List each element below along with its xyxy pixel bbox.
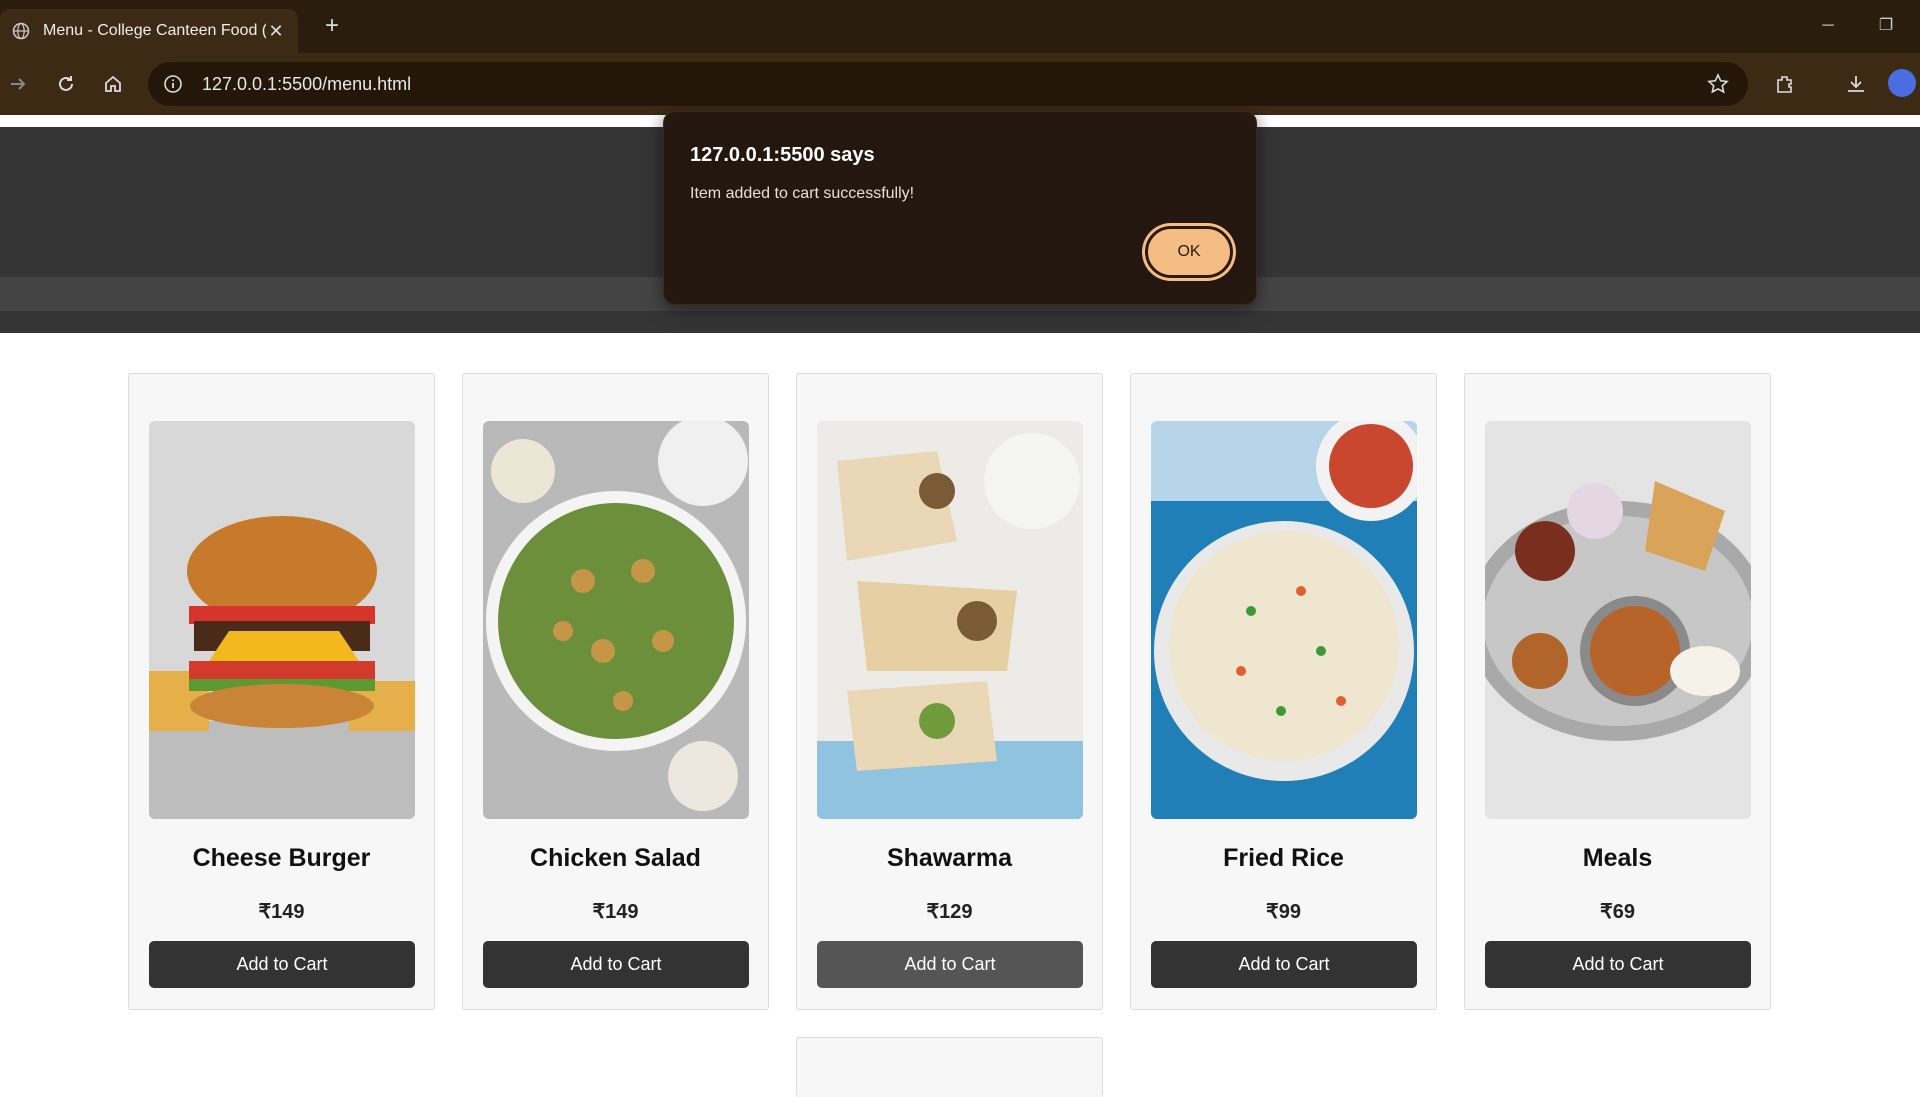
url-text: 127.0.0.1:5500/menu.html bbox=[202, 73, 412, 94]
food-image bbox=[1485, 421, 1751, 819]
menu-card: Shawarma ₹129 Add to Cart bbox=[796, 373, 1103, 1010]
menu-card: Fried Rice ₹99 Add to Cart bbox=[1130, 373, 1437, 1010]
food-image bbox=[149, 421, 415, 819]
add-to-cart-button[interactable]: Add to Cart bbox=[483, 941, 749, 988]
minimize-icon[interactable]: ─ bbox=[1814, 12, 1842, 40]
ok-button[interactable]: OK bbox=[1145, 226, 1233, 278]
food-image bbox=[483, 421, 749, 819]
item-price: ₹99 bbox=[1266, 901, 1301, 923]
extensions-icon[interactable] bbox=[1769, 68, 1801, 100]
menu-card-partial bbox=[796, 1037, 1103, 1097]
download-icon[interactable] bbox=[1840, 68, 1872, 100]
item-price: ₹69 bbox=[1600, 901, 1635, 923]
food-image bbox=[817, 421, 1083, 819]
dialog-title: 127.0.0.1:5500 says bbox=[690, 144, 875, 166]
add-to-cart-button[interactable]: Add to Cart bbox=[1151, 941, 1417, 988]
item-price: ₹129 bbox=[926, 901, 973, 923]
restore-icon[interactable]: ❐ bbox=[1872, 12, 1900, 40]
item-price: ₹149 bbox=[592, 901, 639, 923]
menu-card: Cheese Burger ₹149 Add to Cart bbox=[128, 373, 435, 1010]
item-name: Shawarma bbox=[886, 844, 1013, 872]
alert-dialog: 127.0.0.1:5500 says Item added to cart s… bbox=[663, 111, 1257, 305]
globe-icon bbox=[12, 22, 30, 40]
tab-title: Menu - College Canteen Food ( bbox=[43, 22, 266, 39]
menu-card: Meals ₹69 Add to Cart bbox=[1464, 373, 1771, 1010]
home-icon[interactable] bbox=[97, 68, 129, 100]
profile-avatar[interactable] bbox=[1888, 69, 1916, 97]
reload-icon[interactable] bbox=[50, 68, 82, 100]
item-name: Meals bbox=[1582, 844, 1653, 872]
dialog-message: Item added to cart successfully! bbox=[690, 185, 915, 202]
browser-tab-bar: Menu - College Canteen Food ( ✕ + ─ ❐ bbox=[0, 0, 1920, 53]
browser-toolbar: 127.0.0.1:5500/menu.html bbox=[0, 53, 1920, 115]
address-bar[interactable]: 127.0.0.1:5500/menu.html bbox=[148, 62, 1748, 106]
new-tab-icon[interactable]: + bbox=[318, 12, 346, 40]
add-to-cart-button[interactable]: Add to Cart bbox=[817, 941, 1083, 988]
item-name: Fried Rice bbox=[1223, 844, 1344, 872]
forward-icon[interactable] bbox=[2, 68, 34, 100]
site-info-icon[interactable] bbox=[162, 73, 184, 95]
food-image bbox=[1151, 421, 1417, 819]
menu-card: Chicken Salad ₹149 Add to Cart bbox=[462, 373, 769, 1010]
close-icon[interactable]: ✕ bbox=[266, 21, 286, 42]
item-price: ₹149 bbox=[258, 901, 305, 923]
add-to-cart-button[interactable]: Add to Cart bbox=[1485, 941, 1751, 988]
bookmark-star-icon[interactable] bbox=[1706, 72, 1730, 96]
browser-tab[interactable]: Menu - College Canteen Food ( ✕ bbox=[0, 9, 298, 53]
add-to-cart-button[interactable]: Add to Cart bbox=[149, 941, 415, 988]
item-name: Chicken Salad bbox=[530, 844, 701, 872]
item-name: Cheese Burger bbox=[192, 844, 371, 872]
